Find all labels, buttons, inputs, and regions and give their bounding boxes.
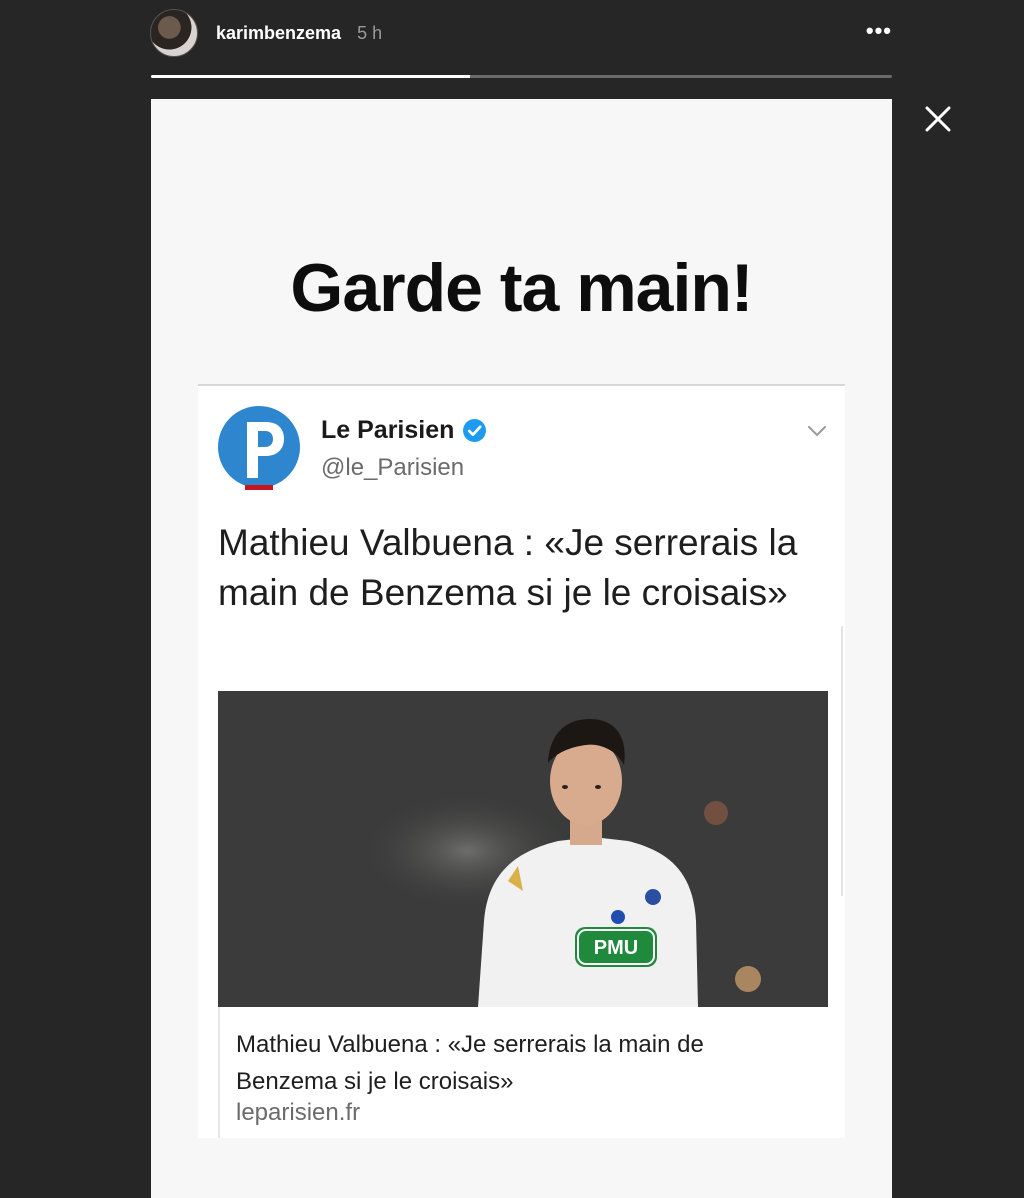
verified-icon xyxy=(463,419,487,442)
link-preview-card[interactable]: PMU Mathieu Valbuena : «Je serrerais la … xyxy=(218,691,828,1138)
card-scroll-edge xyxy=(841,626,843,896)
story-progress-fill xyxy=(151,75,470,78)
tweet-author-row: Le Parisien xyxy=(321,416,487,445)
story-progress-bar xyxy=(151,75,892,78)
story-frame[interactable]: Garde ta main! Le Parisien @le_Parisien … xyxy=(151,99,892,1198)
close-icon[interactable] xyxy=(918,99,958,139)
chevron-down-icon[interactable] xyxy=(807,424,827,438)
link-preview-image: PMU xyxy=(218,691,828,1007)
link-preview-domain: leparisien.fr xyxy=(236,1099,361,1126)
jersey-sponsor-text: PMU xyxy=(594,937,638,959)
tweet-display-name[interactable]: Le Parisien xyxy=(321,416,454,445)
avatar[interactable] xyxy=(150,9,198,57)
tweet-text: Mathieu Valbuena : «Je serrerais la main… xyxy=(218,522,798,613)
card-left-border xyxy=(218,1007,220,1138)
link-preview-title: Mathieu Valbuena : «Je serrerais la main… xyxy=(236,1031,704,1095)
le-parisien-logo xyxy=(218,406,300,490)
more-icon[interactable]: ••• xyxy=(866,18,892,44)
story-caption: Garde ta main! xyxy=(290,250,753,326)
tweet-screenshot: Le Parisien @le_Parisien Mathieu Valbuen… xyxy=(198,384,845,1138)
username[interactable]: karimbenzema xyxy=(216,23,341,44)
player-photo: PMU xyxy=(218,691,828,1007)
timestamp: 5 h xyxy=(357,22,383,43)
tweet-handle[interactable]: @le_Parisien xyxy=(321,454,464,482)
story-header: karimbenzema 5 h ••• xyxy=(150,8,892,58)
